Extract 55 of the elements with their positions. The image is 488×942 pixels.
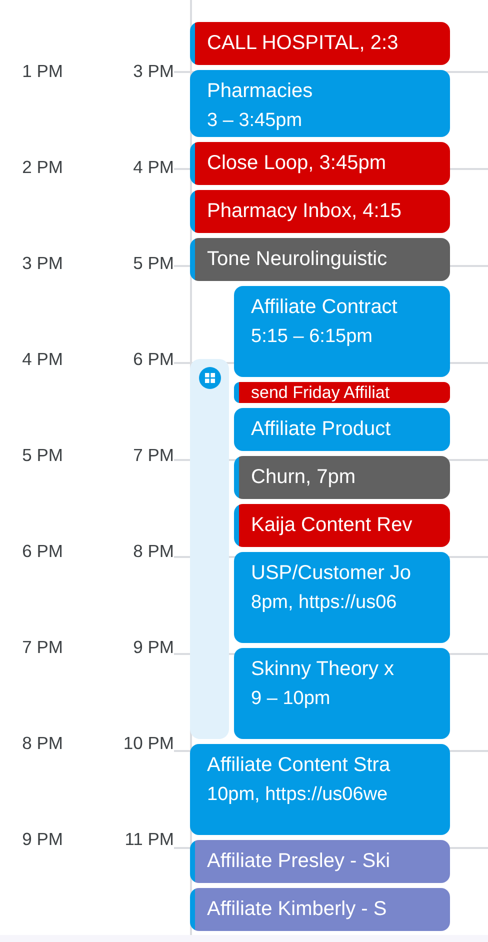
hour-label: 9 PM	[22, 828, 63, 850]
event-card[interactable]: CALL HOSPITAL, 2:3	[190, 22, 450, 65]
hour-label: 1 PM	[22, 60, 63, 82]
hour-label: 3 PM	[22, 252, 63, 274]
event-card[interactable]: Affiliate Presley - Ski	[190, 840, 450, 883]
event-title: Affiliate Contract	[251, 295, 398, 320]
hour-label: 6 PM	[22, 540, 63, 562]
event-title: Skinny Theory x	[251, 657, 396, 682]
event-card[interactable]: Kaija Content Rev	[234, 504, 450, 547]
event-title: Affiliate Content Stra	[207, 753, 392, 778]
hour-label: 5 PM	[133, 252, 174, 274]
grid-icon[interactable]	[198, 367, 220, 389]
event-card[interactable]: Tone Neurolinguistic	[190, 238, 450, 281]
event-title: Affiliate Product	[251, 417, 392, 442]
event-title: Pharmacies	[207, 79, 314, 104]
hour-label: 9 PM	[133, 636, 174, 658]
event-time: 10pm, https://us06we	[207, 783, 389, 807]
hour-label: 10 PM	[123, 732, 174, 754]
event-title: Pharmacy Inbox, 4:15	[207, 199, 403, 224]
event-card[interactable]: Affiliate Content Stra 10pm, https://us06we	[190, 744, 450, 835]
event-title: Close Loop, 3:45pm	[207, 151, 388, 176]
hour-label: 11 PM	[124, 828, 174, 850]
event-time: 3 – 3:45pm	[207, 109, 304, 133]
hour-label: 5 PM	[22, 444, 63, 466]
event-time: 9 – 10pm	[251, 687, 332, 711]
hour-label: 4 PM	[22, 348, 63, 370]
multi-day-lane[interactable]	[190, 359, 229, 739]
hour-label: 8 PM	[22, 732, 63, 754]
event-title: Affiliate Presley - Ski	[207, 849, 392, 874]
event-title: Kaija Content Rev	[251, 513, 414, 538]
event-card[interactable]: Affiliate Contract 5:15 – 6:15pm	[234, 286, 450, 377]
event-title: Affiliate Kimberly - S	[207, 897, 388, 922]
event-card[interactable]: Affiliate Kimberly - S	[190, 888, 450, 931]
event-title: send Friday Affiliat	[251, 382, 391, 403]
hour-label: 7 PM	[133, 444, 174, 466]
event-title: CALL HOSPITAL, 2:3	[207, 31, 400, 56]
hour-label: 3 PM	[133, 60, 174, 82]
hour-label: 8 PM	[133, 540, 174, 562]
event-card[interactable]: Pharmacy Inbox, 4:15	[190, 190, 450, 233]
event-time: 5:15 – 6:15pm	[251, 325, 374, 349]
event-title: Churn, 7pm	[251, 465, 356, 490]
event-card[interactable]: Close Loop, 3:45pm	[190, 142, 450, 185]
event-card[interactable]: USP/Customer Jo 8pm, https://us06	[234, 552, 450, 643]
hour-label: 6 PM	[133, 348, 174, 370]
event-card[interactable]: Churn, 7pm	[234, 456, 450, 499]
event-time: 8pm, https://us06	[251, 591, 398, 615]
event-title: Tone Neurolinguistic	[207, 247, 388, 272]
event-card[interactable]: Pharmacies 3 – 3:45pm	[190, 70, 450, 137]
hour-label: 4 PM	[133, 156, 174, 178]
event-card[interactable]: Affiliate Product	[234, 408, 450, 451]
event-title: USP/Customer Jo	[251, 561, 412, 586]
event-card[interactable]: send Friday Affiliat	[234, 382, 450, 403]
hour-label: 2 PM	[22, 156, 63, 178]
event-card[interactable]: Skinny Theory x 9 – 10pm	[234, 648, 450, 739]
hour-label: 7 PM	[22, 636, 63, 658]
